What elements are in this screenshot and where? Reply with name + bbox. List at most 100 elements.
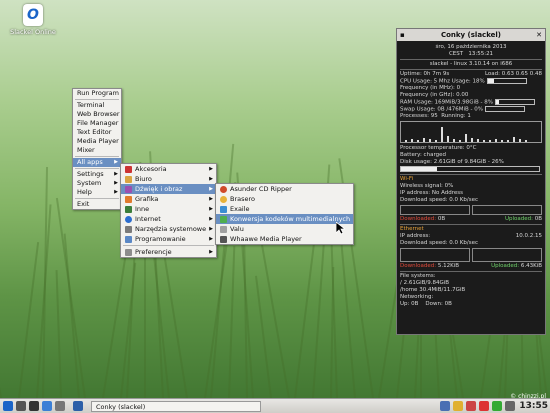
menu-item-preferences[interactable]: Preferencje ▶ <box>121 247 216 257</box>
volume-icon[interactable] <box>505 401 516 411</box>
menu-item-sound-video[interactable]: Dźwięk i obraz ▶ <box>121 184 216 194</box>
cpu-graph-bar <box>513 137 515 142</box>
menu-item-text-editor[interactable]: Text Editor <box>73 128 121 137</box>
wheat-stalk <box>42 167 49 399</box>
chevron-right-icon: ▶ <box>209 176 213 182</box>
ram-usage-bar <box>494 99 535 105</box>
disk-usage-bar <box>400 166 540 172</box>
menu-separator <box>75 99 119 100</box>
wheat-stalk <box>228 246 236 399</box>
cpu-graph-bar <box>483 140 485 142</box>
file-manager-icon[interactable] <box>55 401 65 411</box>
swap-usage-bar <box>484 106 525 112</box>
conky-fs-home: /home 30.4MiB/11.7GiB <box>400 287 466 293</box>
wifi-downloaded-label: Downloaded: <box>400 216 437 222</box>
menu-item-web-browser[interactable]: Web Browser <box>73 110 121 119</box>
cpu-graph-bar <box>459 140 461 142</box>
wheat-stalk <box>18 242 40 399</box>
desktop-icon-label: Slackel Online <box>10 28 56 36</box>
eth-downloaded-value: 5.12KiB <box>437 263 459 269</box>
cpu-graph-bar <box>507 140 509 142</box>
wifi-uploaded-value: 0B <box>534 216 542 222</box>
root-menu: Run Program Terminal Web Browser File Ma… <box>72 88 122 210</box>
graphics-icon <box>125 195 132 203</box>
chevron-right-icon: ▶ <box>209 166 213 172</box>
conky-ethernet-heading: Ethernet <box>400 226 424 232</box>
menu-item-media-player[interactable]: Media Player <box>73 137 121 146</box>
conky-swap-row: Swap Usage: 0B /476MiB - 0% <box>397 106 545 113</box>
menu-item-biuro[interactable]: Biuro ▶ <box>121 174 216 184</box>
mouse-cursor-icon <box>336 222 345 235</box>
window-menu-icon[interactable]: ▪ <box>400 29 405 41</box>
wifi-graphs <box>400 205 542 215</box>
cpu-graph <box>400 121 542 143</box>
disc-burner-icon <box>220 195 227 203</box>
network-icon[interactable] <box>440 401 451 411</box>
conky-processes-row: Processes: 95 Running: 1 <box>397 113 545 120</box>
divider <box>400 59 542 60</box>
chevron-right-icon: ▶ <box>209 186 213 192</box>
notification-icon[interactable] <box>479 401 490 411</box>
conky-timezone: CEST <box>448 51 464 57</box>
conky-ram-row: RAM Usage: 169MiB/3.98GiB - 8% <box>397 99 545 106</box>
conky-cpu-usage: Usage: 18% <box>451 78 485 85</box>
menu-item-whaawe[interactable]: Whaawe Media Player <box>216 234 353 244</box>
terminal-icon[interactable] <box>29 401 39 411</box>
conky-window[interactable]: ▪ Conky (slackel) ✕ śro, 16 października… <box>396 28 546 335</box>
menu-separator <box>75 168 119 169</box>
wheat-stalk <box>55 270 62 399</box>
show-desktop-icon[interactable] <box>16 401 26 411</box>
conky-net-row: Up: 0B Down: 0B <box>397 301 545 308</box>
conky-running: Running: 1 <box>441 113 471 119</box>
workspace-icon[interactable] <box>73 401 83 411</box>
menu-item-brasero[interactable]: Brasero <box>216 194 353 204</box>
other-icon <box>125 205 132 213</box>
menu-item-asunder[interactable]: Asunder CD Ripper <box>216 184 353 194</box>
menu-item-programming[interactable]: Programowanie ▶ <box>121 234 216 244</box>
cpu-graph-bar <box>435 140 437 142</box>
menu-item-grafika[interactable]: Grafika ▶ <box>121 194 216 204</box>
music-player-icon <box>220 205 227 213</box>
conky-uptime: Uptime: 0h 7m 9s <box>400 71 450 77</box>
menu-item-file-manager[interactable]: File Manager <box>73 119 121 128</box>
chevron-right-icon: ▶ <box>114 180 118 186</box>
menu-item-exit[interactable]: Exit <box>73 200 121 209</box>
browser-icon[interactable] <box>42 401 52 411</box>
taskbar-task-conky[interactable]: Conky (slackel) <box>91 400 261 412</box>
menu-item-help[interactable]: Help ▶ <box>73 188 121 197</box>
window-titlebar[interactable]: ▪ Conky (slackel) ✕ <box>397 29 545 41</box>
battery-icon[interactable] <box>492 401 503 411</box>
menu-item-system[interactable]: System ▶ <box>73 179 121 188</box>
menu-item-system-tools[interactable]: Narzędzia systemowe ▶ <box>121 224 216 234</box>
menu-item-valu[interactable]: Valu <box>216 224 353 234</box>
taskbar: Conky (slackel) 13:55 <box>0 398 550 413</box>
menu-item-run-program[interactable]: Run Program <box>73 89 121 98</box>
start-menu-icon[interactable] <box>3 401 13 411</box>
menu-item-settings[interactable]: Settings ▶ <box>73 170 121 179</box>
desktop-icon[interactable]: O Slackel Online <box>4 4 62 36</box>
system-tray: 13:55 <box>437 400 548 412</box>
slackel-logo-icon: O <box>23 4 43 26</box>
menu-item-inne[interactable]: Inne ▶ <box>121 204 216 214</box>
menu-item-all-apps[interactable]: All apps ▶ <box>73 158 121 167</box>
conky-eth-ip-row: IP address: 10.0.2.15 <box>397 233 545 240</box>
update-icon[interactable] <box>453 401 464 411</box>
taskbar-clock[interactable]: 13:55 <box>519 401 548 411</box>
cpu-graph-bar <box>453 139 455 142</box>
package-icon[interactable] <box>466 401 477 411</box>
menu-item-mixer[interactable]: Mixer <box>73 146 121 155</box>
cpu-graph-bar <box>441 127 443 142</box>
chevron-right-icon: ▶ <box>209 236 213 242</box>
cpu-graph-bar <box>525 140 527 142</box>
wifi-up-graph <box>472 205 542 215</box>
menu-item-terminal[interactable]: Terminal <box>73 101 121 110</box>
conky-disk: Disk usage: 2.61GiB of 9.84GiB - 26% <box>400 159 504 165</box>
close-icon[interactable]: ✕ <box>536 29 542 41</box>
menu-item-codec-conversion[interactable]: Konwersja kodeków multimedialnych <box>216 214 353 224</box>
cpu-graph-bar <box>417 140 419 142</box>
menu-item-exaile[interactable]: Exaile <box>216 204 353 214</box>
net-down: Down: 0B <box>425 301 452 307</box>
menu-item-internet[interactable]: Internet ▶ <box>121 214 216 224</box>
eth-ip-value: 10.0.2.15 <box>515 233 542 239</box>
menu-item-akcesoria[interactable]: Akcesoria ▶ <box>121 164 216 174</box>
